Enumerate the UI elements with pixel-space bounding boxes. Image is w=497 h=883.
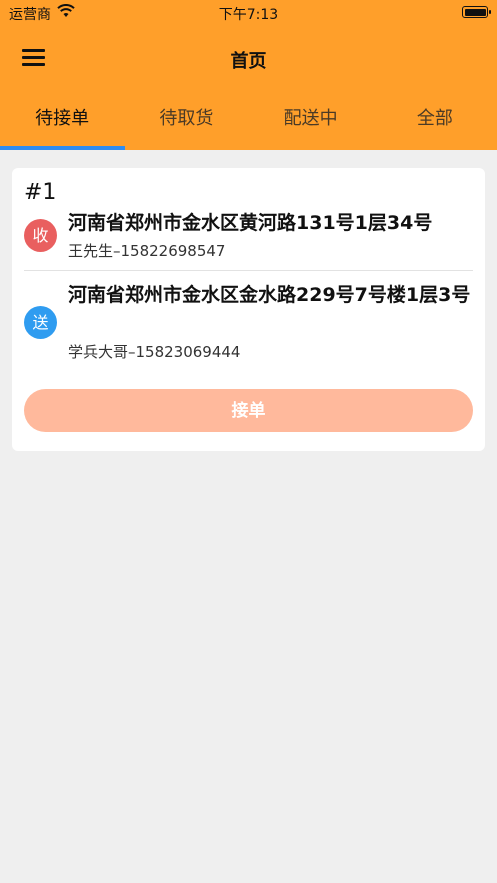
tab-pending-accept[interactable]: 待接单 bbox=[0, 100, 124, 150]
status-time: 下午7:13 bbox=[218, 7, 279, 23]
tab-all[interactable]: 全部 bbox=[373, 100, 497, 150]
divider bbox=[24, 270, 473, 271]
tab-pending-pickup[interactable]: 待取货 bbox=[124, 100, 248, 150]
delivery-badge: 送 bbox=[24, 306, 57, 339]
order-number: #1 bbox=[24, 180, 57, 205]
tab-delivering[interactable]: 配送中 bbox=[249, 100, 373, 150]
battery-icon bbox=[462, 6, 491, 18]
app-header: 运营商 下午7:13 首页 待接单 待取货 配送中 全部 bbox=[0, 0, 497, 150]
order-card: #1 收 河南省郑州市金水区黄河路131号1层34号 王先生–158226985… bbox=[12, 168, 485, 451]
status-bar: 运营商 下午7:13 bbox=[0, 0, 497, 24]
delivery-contact: 学兵大哥–15823069444 bbox=[68, 343, 241, 361]
active-tab-indicator bbox=[0, 146, 125, 150]
pickup-badge: 收 bbox=[24, 219, 57, 252]
pickup-address: 河南省郑州市金水区黄河路131号1层34号 bbox=[68, 212, 433, 234]
accept-order-button[interactable]: 接单 bbox=[24, 389, 473, 432]
tab-bar: 待接单 待取货 配送中 全部 bbox=[0, 100, 497, 150]
delivery-address: 河南省郑州市金水区金水路229号7号楼1层3号 bbox=[68, 284, 471, 306]
page-title: 首页 bbox=[230, 51, 267, 72]
pickup-contact: 王先生–15822698547 bbox=[68, 242, 226, 260]
